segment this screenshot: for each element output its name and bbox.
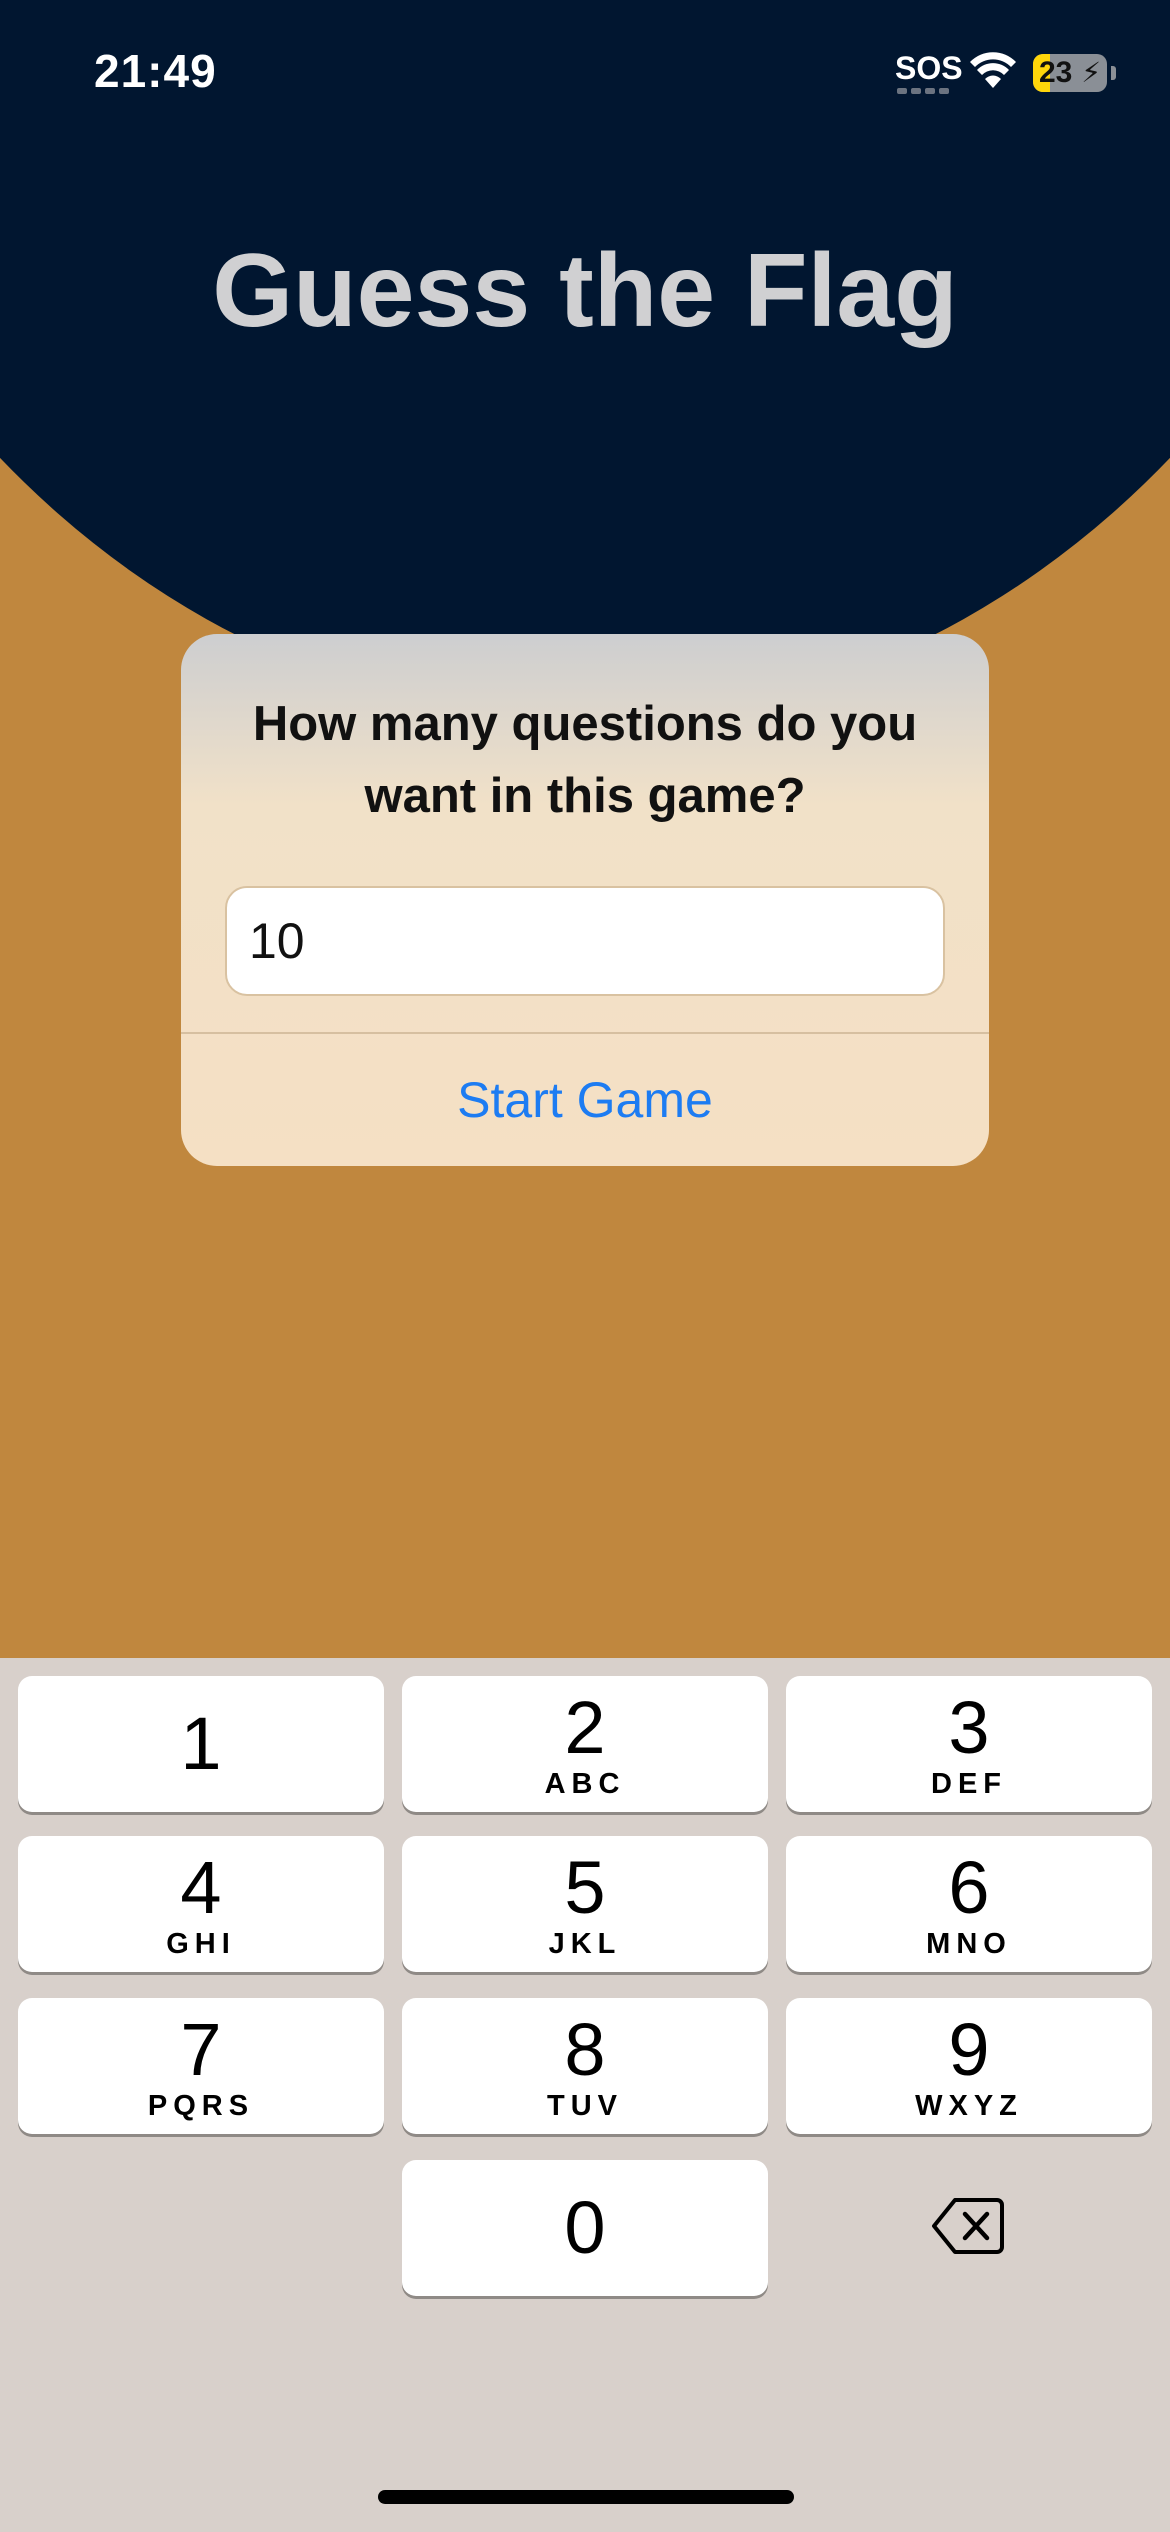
key-letters: MNO — [926, 1928, 1012, 1960]
key-digit: 6 — [948, 1846, 990, 1929]
key-5[interactable]: 5 JKL — [402, 1836, 768, 1972]
key-letters: PQRS — [147, 2090, 255, 2122]
status-time: 21:49 — [94, 45, 217, 97]
question-count-alert: How many questions do you want in this g… — [181, 634, 989, 1166]
key-7[interactable]: 7 PQRS — [18, 1998, 384, 2134]
key-digit: 5 — [564, 1846, 606, 1929]
bolt-icon: ⚡ — [1081, 57, 1101, 88]
delete-key[interactable] — [785, 2160, 1151, 2296]
key-digit: 0 — [564, 2186, 606, 2269]
home-indicator[interactable] — [378, 2490, 794, 2504]
screen: 21:49 SOS 23 ⚡ Guess the Flag How many q… — [0, 0, 1170, 2532]
key-6[interactable]: 6 MNO — [786, 1836, 1152, 1972]
key-digit: 2 — [564, 1686, 606, 1769]
key-4[interactable]: 4 GHI — [18, 1836, 384, 1972]
key-8[interactable]: 8 TUV — [402, 1998, 768, 2134]
alert-message: How many questions do you want in this g… — [252, 697, 918, 823]
wifi-icon — [969, 51, 1017, 95]
key-digit: 9 — [948, 2008, 990, 2091]
key-digit: 4 — [180, 1846, 222, 1929]
status-bar: 21:49 SOS 23 ⚡ — [0, 0, 1170, 150]
key-digit: 8 — [564, 2008, 606, 2091]
key-letters: ABC — [544, 1768, 626, 1800]
battery-nub — [1111, 66, 1116, 80]
key-3[interactable]: 3 DEF — [786, 1676, 1152, 1812]
signal-dots-icon — [897, 88, 953, 96]
key-letters: JKL — [548, 1928, 622, 1960]
key-digit: 7 — [180, 2008, 222, 2091]
sos-label: SOS — [895, 50, 963, 86]
key-letters: TUV — [547, 2090, 623, 2122]
key-2[interactable]: 2 ABC — [402, 1676, 768, 1812]
backspace-icon — [931, 2196, 1005, 2261]
key-1[interactable]: 1 — [18, 1676, 384, 1812]
status-indicators: SOS 23 ⚡ — [895, 48, 1116, 98]
key-0[interactable]: 0 — [402, 2160, 768, 2296]
key-letters: WXYZ — [915, 2090, 1023, 2122]
key-digit: 3 — [948, 1686, 990, 1769]
key-letters: GHI — [166, 1928, 236, 1960]
battery-level: 23 — [1039, 56, 1073, 89]
key-9[interactable]: 9 WXYZ — [786, 1998, 1152, 2134]
key-digit: 1 — [180, 1702, 222, 1785]
key-letters: DEF — [931, 1768, 1007, 1800]
question-count-input[interactable] — [225, 886, 945, 996]
page-title: Guess the Flag — [212, 233, 958, 349]
sos-indicator: SOS — [895, 48, 963, 98]
battery-icon: 23 ⚡ — [1033, 54, 1107, 92]
start-game-button[interactable]: Start Game — [181, 1034, 989, 1166]
